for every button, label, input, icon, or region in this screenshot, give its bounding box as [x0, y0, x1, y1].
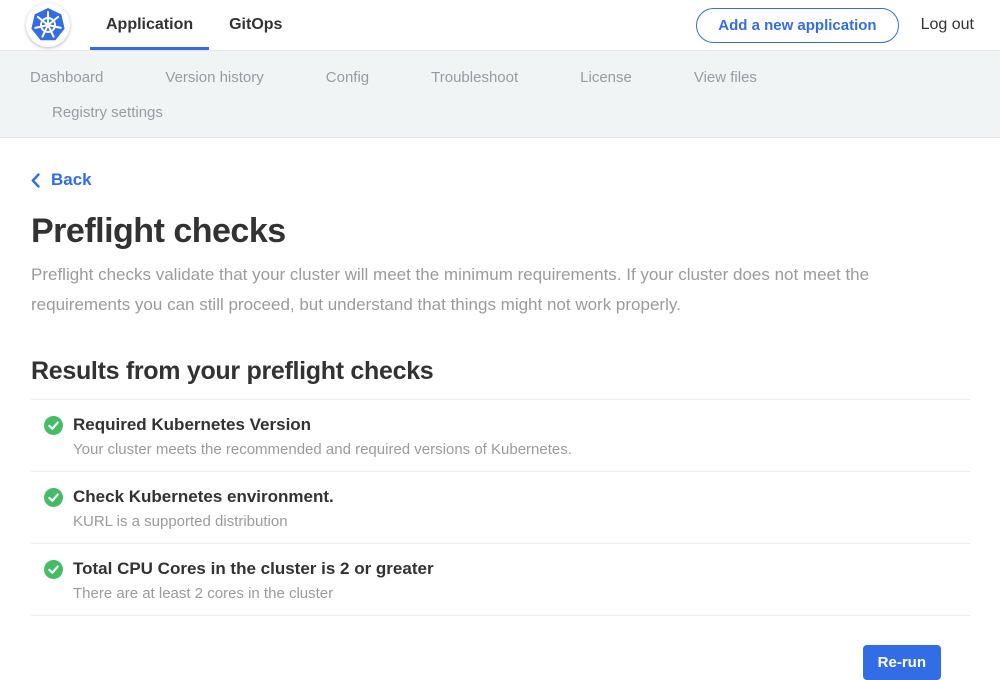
page-title: Preflight checks [31, 212, 970, 251]
check-pass-icon [44, 560, 63, 579]
tab-application-label: Application [106, 16, 193, 34]
check-title: Total CPU Cores in the cluster is 2 or g… [73, 559, 434, 579]
topnav-right: Add a new application Log out [696, 0, 974, 50]
check-pass-icon [44, 488, 63, 507]
tab-gitops[interactable]: GitOps [213, 0, 298, 50]
preflight-check-row: Check Kubernetes environment. KURL is a … [31, 472, 970, 544]
kubernetes-logo-icon [26, 3, 70, 47]
subnav-item-registry-settings[interactable]: Registry settings [52, 99, 163, 126]
subnav-item-troubleshoot[interactable]: Troubleshoot [431, 64, 518, 91]
page-description: Preflight checks validate that your clus… [31, 260, 961, 320]
check-detail: KURL is a supported distribution [73, 513, 334, 530]
subnav-item-version-history[interactable]: Version history [165, 64, 263, 91]
kubernetes-logo[interactable] [26, 3, 70, 47]
logout-link[interactable]: Log out [921, 16, 974, 34]
back-link-label: Back [51, 170, 92, 190]
tab-application[interactable]: Application [90, 0, 209, 50]
check-text: Total CPU Cores in the cluster is 2 or g… [73, 559, 434, 602]
primary-tabs: Application GitOps [88, 0, 300, 50]
rerun-row: Re-run [31, 616, 970, 680]
subnav-item-view-files[interactable]: View files [694, 64, 757, 91]
chevron-left-icon [31, 173, 40, 188]
subnav-item-config[interactable]: Config [326, 64, 369, 91]
main-content: Back Preflight checks Preflight checks v… [0, 138, 1000, 680]
rerun-button[interactable]: Re-run [863, 645, 941, 680]
preflight-check-row: Required Kubernetes Version Your cluster… [31, 400, 970, 472]
back-link[interactable]: Back [31, 170, 92, 190]
subnav-item-dashboard[interactable]: Dashboard [30, 64, 103, 91]
check-detail: There are at least 2 cores in the cluste… [73, 585, 434, 602]
top-navbar: Application GitOps Add a new application… [0, 0, 1000, 51]
app-subnav: Dashboard Version history Config Trouble… [0, 51, 1000, 138]
check-text: Required Kubernetes Version Your cluster… [73, 415, 572, 458]
check-title: Check Kubernetes environment. [73, 487, 334, 507]
check-title: Required Kubernetes Version [73, 415, 572, 435]
check-detail: Your cluster meets the recommended and r… [73, 441, 572, 458]
add-new-application-button[interactable]: Add a new application [696, 8, 898, 43]
subnav-item-license[interactable]: License [580, 64, 632, 91]
preflight-results-list: Required Kubernetes Version Your cluster… [31, 399, 970, 616]
check-text: Check Kubernetes environment. KURL is a … [73, 487, 334, 530]
results-heading: Results from your preflight checks [31, 357, 970, 386]
tab-gitops-label: GitOps [229, 16, 282, 34]
preflight-check-row: Total CPU Cores in the cluster is 2 or g… [31, 544, 970, 616]
check-pass-icon [44, 416, 63, 435]
